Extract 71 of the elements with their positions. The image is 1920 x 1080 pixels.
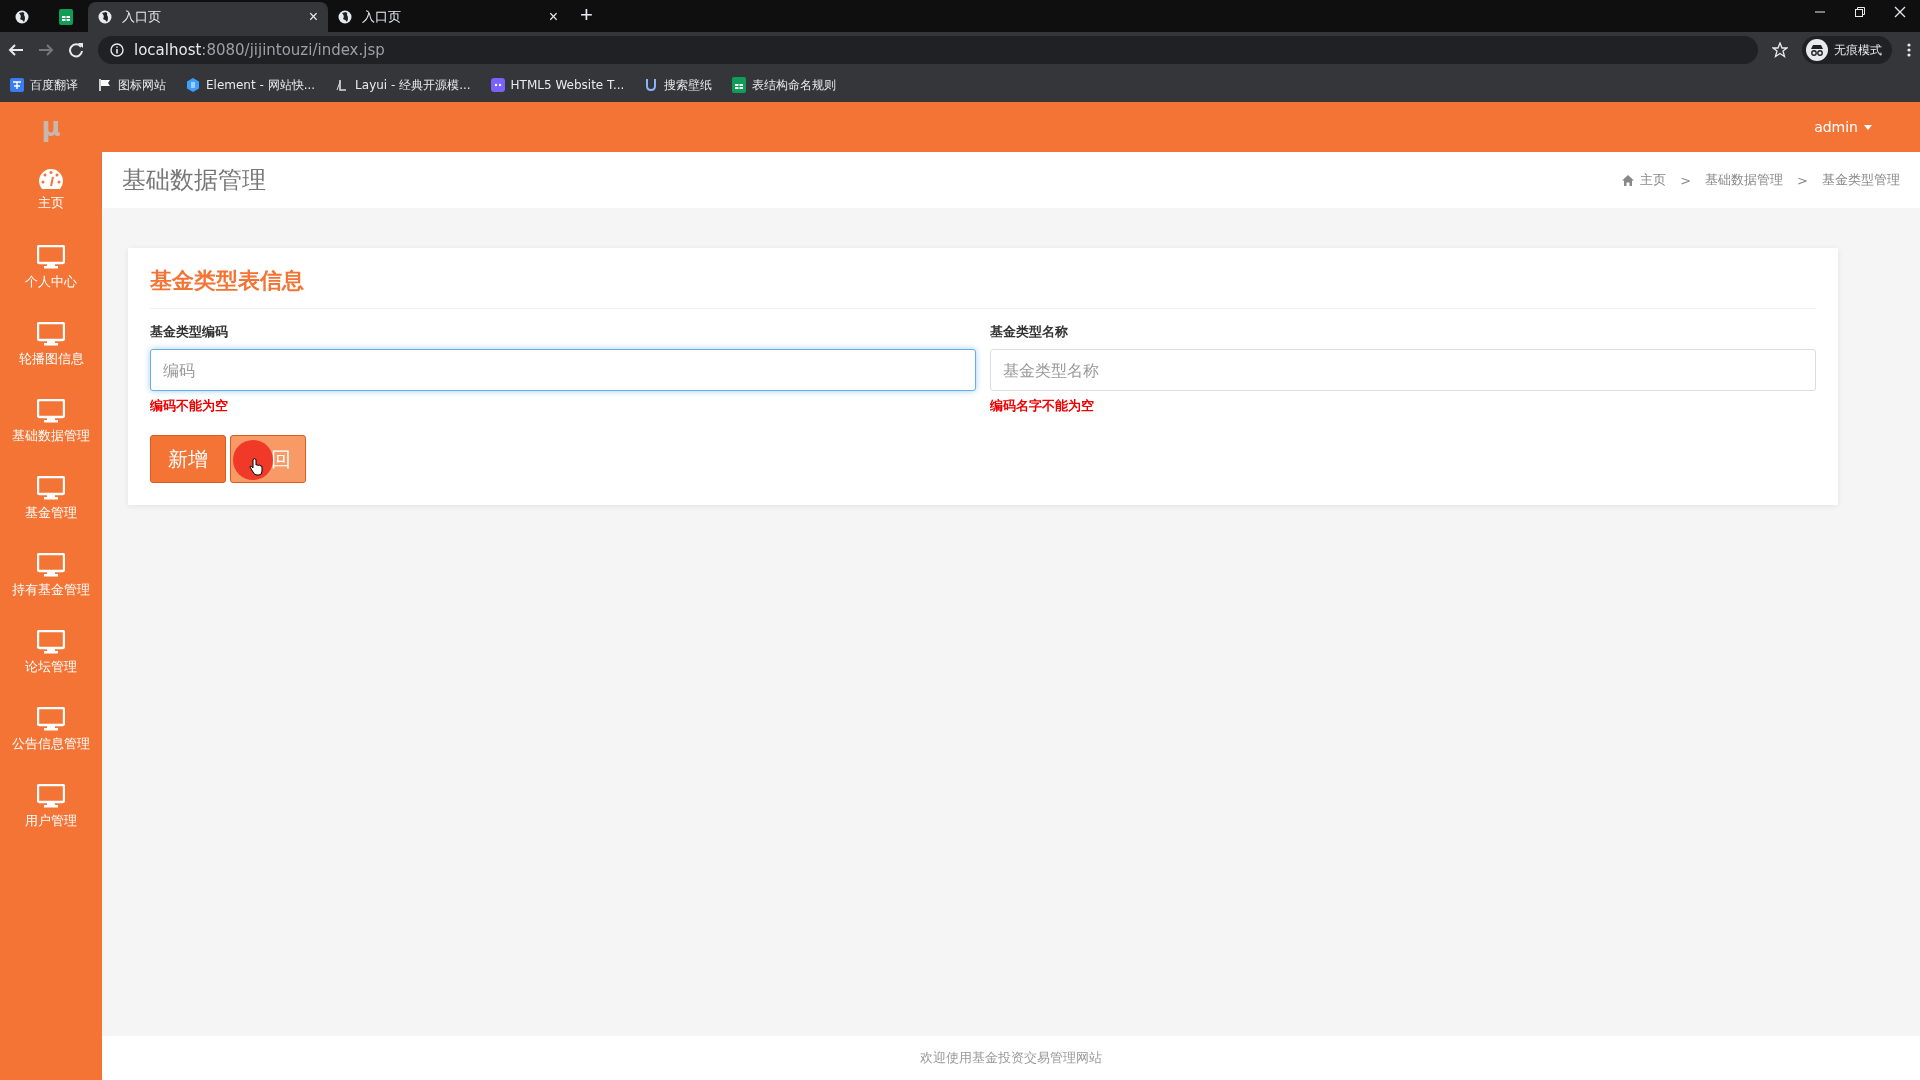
sidebar-item[interactable]: 轮播图信息 — [0, 306, 102, 383]
monitor-icon — [37, 321, 65, 346]
globe-icon — [15, 10, 29, 24]
kebab-menu-icon[interactable] — [1906, 42, 1912, 58]
monitor-icon — [37, 552, 65, 577]
sidebar-item[interactable]: 持有基金管理 — [0, 537, 102, 614]
sidebar-item[interactable]: 主页 — [0, 152, 102, 229]
close-icon[interactable] — [1894, 6, 1906, 18]
globe-icon — [338, 10, 352, 24]
sidebar-item[interactable]: 个人中心 — [0, 229, 102, 306]
hexagon-icon — [186, 78, 200, 92]
bookmark[interactable]: 百度翻译 — [10, 76, 78, 94]
incognito-button[interactable]: 无痕模式 — [1802, 36, 1892, 64]
back-icon[interactable] — [8, 42, 24, 58]
form-button[interactable]: 新增 — [150, 435, 226, 483]
reload-icon[interactable] — [68, 42, 84, 58]
close-tab-icon[interactable]: × — [548, 8, 558, 26]
sidebar-item[interactable]: 论坛管理 — [0, 614, 102, 691]
bookmark[interactable]: Layui - 经典开源模... — [335, 76, 471, 94]
dashboard-icon — [38, 169, 64, 190]
home-icon — [1622, 174, 1635, 186]
sidebar-item[interactable]: 公告信息管理 — [0, 691, 102, 768]
error-message: 编码名字不能为空 — [990, 397, 1095, 415]
bookmark[interactable]: HTML5 Website T... — [490, 78, 625, 92]
info-icon — [110, 43, 124, 57]
breadcrumb-link[interactable]: 主页 — [1622, 171, 1667, 189]
logo: μ — [41, 111, 61, 144]
breadcrumb-separator: > — [1797, 172, 1808, 188]
breadcrumb-separator: > — [1680, 172, 1692, 188]
caret-icon — [1864, 124, 1872, 130]
input-field[interactable]: 编码 — [150, 349, 976, 391]
bookmark[interactable]: 搜索壁纸 — [644, 76, 713, 94]
card-title: 基金类型表信息 — [150, 266, 1816, 309]
sheet-icon — [732, 77, 747, 93]
star-icon[interactable] — [1772, 42, 1788, 58]
forward-icon[interactable] — [38, 42, 54, 58]
click-indicator — [233, 440, 273, 480]
sidebar-item[interactable]: 用户管理 — [0, 768, 102, 845]
globe-icon — [98, 10, 112, 24]
monitor-icon — [37, 398, 65, 423]
close-tab-icon[interactable]: × — [308, 8, 318, 26]
page-title: 基础数据管理 — [122, 165, 266, 196]
restore-icon[interactable] — [1854, 6, 1866, 18]
sidebar-item[interactable]: 基金管理 — [0, 460, 102, 537]
breadcrumb-link[interactable]: 基金类型管理 — [1822, 171, 1900, 189]
u-icon — [644, 78, 659, 92]
footer-text: 欢迎使用基金投资交易管理网站 — [920, 1049, 1102, 1067]
monitor-icon — [37, 783, 65, 808]
bookmark[interactable]: 表结构命名规则 — [732, 76, 837, 94]
field-label: 基金类型名称 — [990, 323, 1069, 341]
form-button[interactable]: 回 — [230, 435, 306, 483]
monitor-icon — [37, 629, 65, 654]
user-menu[interactable]: admin — [1808, 118, 1878, 136]
field-label: 基金类型编码 — [150, 323, 229, 341]
address-bar[interactable]: localhost:8080/jijintouzi/index.jsp — [98, 36, 1758, 64]
monitor-icon — [37, 475, 65, 500]
monitor-icon — [37, 244, 65, 269]
bookmark[interactable]: Element - 网站快... — [186, 76, 316, 94]
hand-cursor-icon — [249, 458, 263, 476]
browser-tab[interactable]: 入口页 × — [88, 2, 328, 32]
incognito-icon — [1806, 39, 1828, 61]
error-message: 编码不能为空 — [150, 397, 229, 415]
bookmark[interactable]: 图标网站 — [98, 76, 166, 94]
new-tab-button[interactable]: + — [580, 2, 593, 28]
sheet-icon — [59, 9, 73, 25]
browser-tab[interactable]: 入口页 × — [328, 2, 568, 32]
monitor-icon — [37, 706, 65, 731]
sidebar-item[interactable]: 基础数据管理 — [0, 383, 102, 460]
translate-icon — [10, 78, 24, 92]
flag-icon — [98, 78, 112, 92]
breadcrumb-link[interactable]: 基础数据管理 — [1705, 171, 1784, 189]
